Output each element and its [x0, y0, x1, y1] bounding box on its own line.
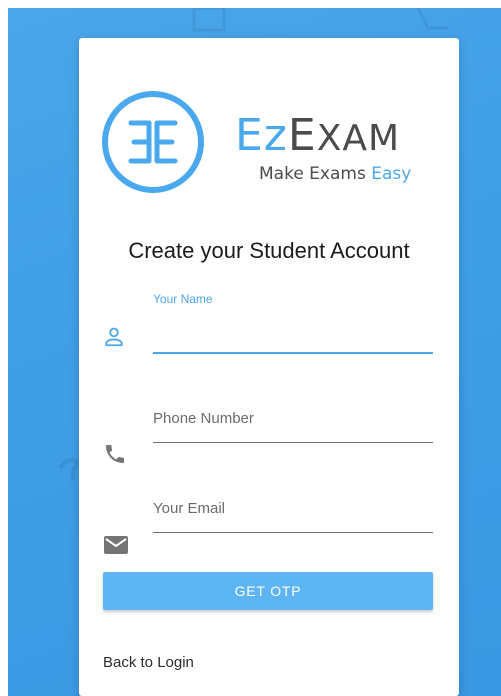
get-otp-button[interactable]: GET OTP — [103, 572, 433, 610]
page-title: Create your Student Account — [128, 238, 410, 263]
ezexam-logo: EzEXAM Make Exams Easy — [101, 90, 441, 194]
phone-input[interactable] — [153, 406, 433, 432]
name-field: Your Name — [103, 288, 435, 358]
name-underline — [153, 352, 433, 354]
phone-field: Phone Number — [103, 406, 435, 476]
brand-tagline: Make Exams Easy — [259, 164, 412, 184]
page-background: EzEXAM Make Exams Easy Create your Stude… — [8, 8, 501, 696]
email-underline — [153, 532, 433, 533]
email-input[interactable] — [153, 496, 433, 522]
name-input[interactable] — [153, 320, 433, 346]
brand-exam: EXAM — [287, 110, 401, 161]
email-field: Your Email — [103, 496, 435, 566]
person-icon — [105, 327, 123, 347]
phone-underline — [153, 442, 433, 443]
brand-ez: Ez — [235, 110, 288, 161]
name-field-label: Your Name — [153, 292, 213, 306]
brand-name: EzEXAM — [235, 110, 401, 161]
phone-icon — [106, 445, 124, 463]
back-to-login-link[interactable]: Back to Login — [103, 654, 194, 671]
mail-icon — [104, 536, 128, 554]
logo-monogram-icon — [102, 91, 204, 193]
signup-card: EzEXAM Make Exams Easy Create your Stude… — [79, 38, 459, 696]
